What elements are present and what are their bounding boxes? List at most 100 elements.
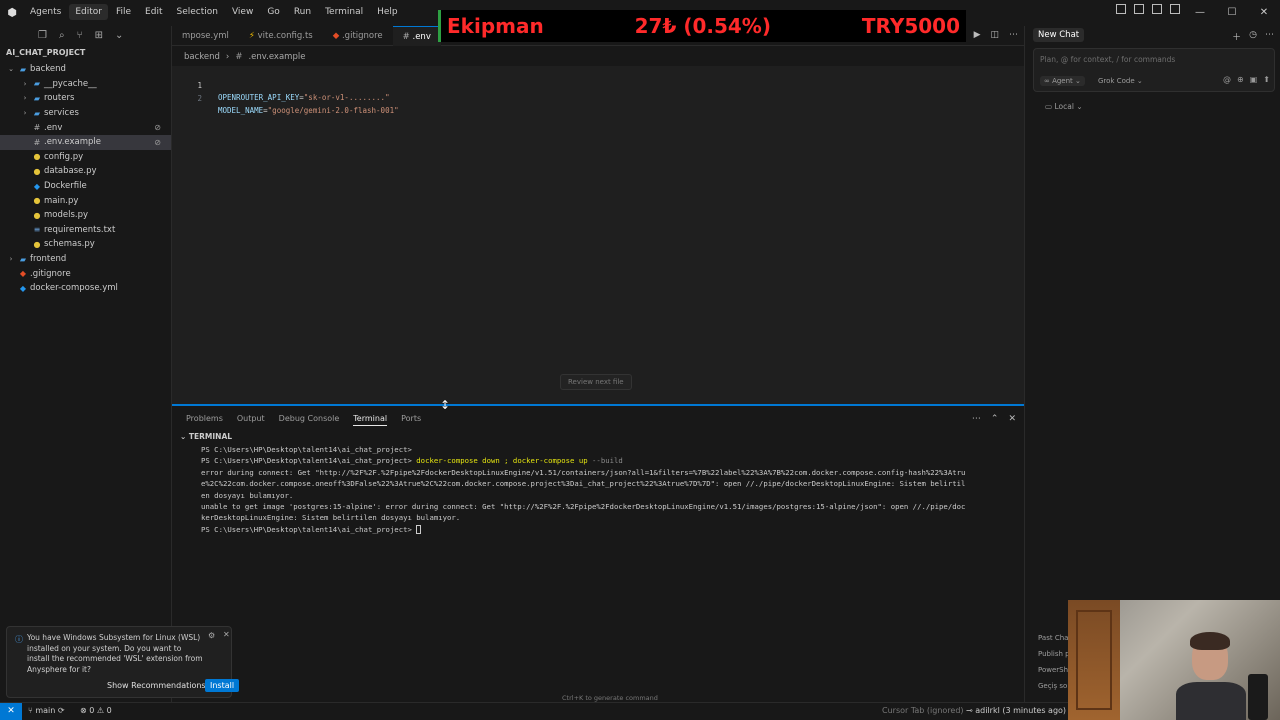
chevron-down-icon[interactable]: ⌄ <box>115 30 123 41</box>
file-item[interactable]: ◆ docker-compose.yml <box>0 281 171 296</box>
maximize-panel-icon[interactable]: ⌃ <box>991 414 999 424</box>
info-icon: ⓘ <box>15 635 23 644</box>
menu-help[interactable]: Help <box>371 4 404 20</box>
panel-tab-ports[interactable]: Ports <box>401 414 421 426</box>
code-editor[interactable]: 1 OPENROUTER_API_KEY="sk-or-v1-........"… <box>172 66 1024 404</box>
split-editor-icon[interactable]: ◫ <box>990 30 999 40</box>
send-icon[interactable]: ⬆ <box>1263 75 1270 84</box>
notification-message: You have Windows Subsystem for Linux (WS… <box>27 633 203 674</box>
terminal-line: PS C:\Users\HP\Desktop\talent14\ai_chat_… <box>201 524 422 535</box>
folder-item[interactable]: › ▰ services <box>0 106 171 121</box>
history-icon[interactable]: ◷ <box>1249 30 1257 43</box>
menu-terminal[interactable]: Terminal <box>319 4 369 20</box>
editor-tab[interactable]: # .env <box>392 25 441 46</box>
past-chat-item[interactable]: Geçiş sor <box>1038 682 1070 690</box>
menu-selection[interactable]: Selection <box>170 4 223 20</box>
plus-icon[interactable]: ＋ <box>1232 30 1241 43</box>
menu-view[interactable]: View <box>226 4 259 20</box>
new-chat-tab[interactable]: New Chat <box>1033 28 1085 42</box>
past-chats-header: Past Cha <box>1038 634 1069 642</box>
toggle-aux-icon[interactable] <box>1152 4 1162 14</box>
terminal-line: en dosyayı bulamıyor. <box>201 490 294 500</box>
close-window-icon[interactable]: ✕ <box>1248 7 1280 18</box>
more-actions-icon[interactable]: ⋯ <box>972 414 981 424</box>
terminal-section-header[interactable]: ⌄ TERMINAL <box>180 432 232 441</box>
gear-icon[interactable]: ⚙ <box>208 631 215 640</box>
more-actions-icon[interactable]: ⋯ <box>1009 30 1018 40</box>
panel-tab-terminal[interactable]: Terminal <box>353 414 388 426</box>
file-item[interactable]: ● database.py <box>0 164 171 179</box>
env-value: "google/gemini-2.0-flash-001" <box>267 106 399 115</box>
folder-item[interactable]: › ▰ frontend <box>0 252 171 267</box>
menu-run[interactable]: Run <box>288 4 317 20</box>
file-item[interactable]: # .env.example ⊘ <box>0 134 171 150</box>
review-next-file-button[interactable]: Review next file <box>560 374 632 390</box>
commit-icon: ⊸ <box>966 706 976 715</box>
maximize-icon[interactable]: ☐ <box>1216 7 1248 18</box>
local-dropdown[interactable]: ▭ Local ⌄ <box>1045 102 1083 111</box>
toggle-sidebar-icon[interactable] <box>1116 4 1126 14</box>
minimize-icon[interactable]: — <box>1184 7 1216 18</box>
file-item[interactable]: ◆ .gitignore <box>0 266 171 281</box>
image-icon[interactable]: ▣ <box>1250 75 1258 84</box>
panel-tab-output[interactable]: Output <box>237 414 265 426</box>
tree-item-label: requirements.txt <box>44 224 116 235</box>
editor-tab[interactable]: mpose.yml <box>172 26 239 46</box>
file-item[interactable]: ● schemas.py <box>0 237 171 252</box>
explorer-sidebar: ❐ ⌕ ⑂ ⊞ ⌄ AI_CHAT_PROJECT ⌄ ▰ backend › ▰ __p… <box>0 26 172 702</box>
menu-file[interactable]: File <box>110 4 137 20</box>
editor-tab[interactable]: ⚡ vite.config.ts <box>239 26 323 46</box>
remote-indicator-icon[interactable]: ✕ <box>0 703 22 720</box>
show-recommendations-button[interactable]: Show Recommendations <box>101 679 212 692</box>
past-chat-item[interactable]: Publish p <box>1038 650 1070 658</box>
breadcrumb-file[interactable]: .env.example <box>248 52 305 62</box>
git-blame[interactable]: ⊸ adilrkl (3 minutes ago) <box>966 706 1066 715</box>
close-icon[interactable]: ✕ <box>223 630 230 639</box>
file-item[interactable]: # .env ⊘ <box>0 120 171 135</box>
agent-mode-dropdown[interactable]: ∞ Agent ⌄ <box>1040 76 1085 86</box>
file-item[interactable]: ≡ requirements.txt <box>0 223 171 238</box>
source-control-icon[interactable]: ⑂ <box>77 30 83 41</box>
editor-tab[interactable]: ◆ .gitignore <box>323 26 393 46</box>
file-item[interactable]: ● config.py <box>0 150 171 165</box>
install-button[interactable]: Install <box>205 679 240 692</box>
close-panel-icon[interactable]: ✕ <box>1008 414 1016 424</box>
folder-item[interactable]: › ▰ __pycache__ <box>0 77 171 92</box>
python-run-icon[interactable]: ▶ <box>974 30 981 40</box>
menu-go[interactable]: Go <box>261 4 285 20</box>
at-icon[interactable]: @ <box>1223 75 1231 84</box>
git-branch[interactable]: ⑂ main ⟳ <box>28 706 65 715</box>
code-line: 1 OPENROUTER_API_KEY="sk-or-v1-........" <box>172 68 1024 102</box>
cursor-tab-status[interactable]: Cursor Tab (ignored) <box>882 706 964 715</box>
explorer-root-title[interactable]: AI_CHAT_PROJECT <box>0 48 171 62</box>
folder-item[interactable]: › ▰ routers <box>0 91 171 106</box>
tree-item-label: frontend <box>30 254 67 265</box>
txt-icon: ≡ <box>33 225 41 235</box>
tree-item-label: Dockerfile <box>44 181 87 192</box>
toggle-panel-icon[interactable] <box>1134 4 1144 14</box>
file-item[interactable]: ◆ Dockerfile <box>0 179 171 194</box>
files-icon[interactable]: ❐ <box>38 30 47 41</box>
chat-input[interactable]: Plan, @ for context, / for commands ∞ Ag… <box>1033 48 1275 92</box>
file-item[interactable]: ● main.py <box>0 193 171 208</box>
model-dropdown[interactable]: Grok Code ⌄ <box>1098 77 1143 85</box>
file-item[interactable]: ● models.py <box>0 208 171 223</box>
customize-layout-icon[interactable] <box>1170 4 1180 14</box>
breadcrumb-folder[interactable]: backend <box>184 52 220 62</box>
past-chat-item[interactable]: PowerSh <box>1038 666 1068 674</box>
extensions-icon[interactable]: ⊞ <box>95 30 103 41</box>
window-controls: — ☐ ✕ <box>1184 0 1280 24</box>
tree-item-label: backend <box>30 64 66 75</box>
problems-count[interactable]: ⊗ 0 ⚠ 0 <box>80 706 112 715</box>
globe-icon[interactable]: ⊕ <box>1237 75 1244 84</box>
tree-item-label: __pycache__ <box>44 78 97 89</box>
panel-tab-debug-console[interactable]: Debug Console <box>279 414 340 426</box>
search-icon[interactable]: ⌕ <box>59 30 65 41</box>
folder-item[interactable]: ⌄ ▰ backend <box>0 62 171 77</box>
more-actions-icon[interactable]: ⋯ <box>1265 30 1274 43</box>
local-label: Local <box>1054 102 1074 111</box>
menu-agents[interactable]: Agents <box>24 4 67 20</box>
menu-edit[interactable]: Edit <box>139 4 168 20</box>
menu-editor[interactable]: Editor <box>69 4 108 20</box>
panel-tab-problems[interactable]: Problems <box>186 414 223 426</box>
